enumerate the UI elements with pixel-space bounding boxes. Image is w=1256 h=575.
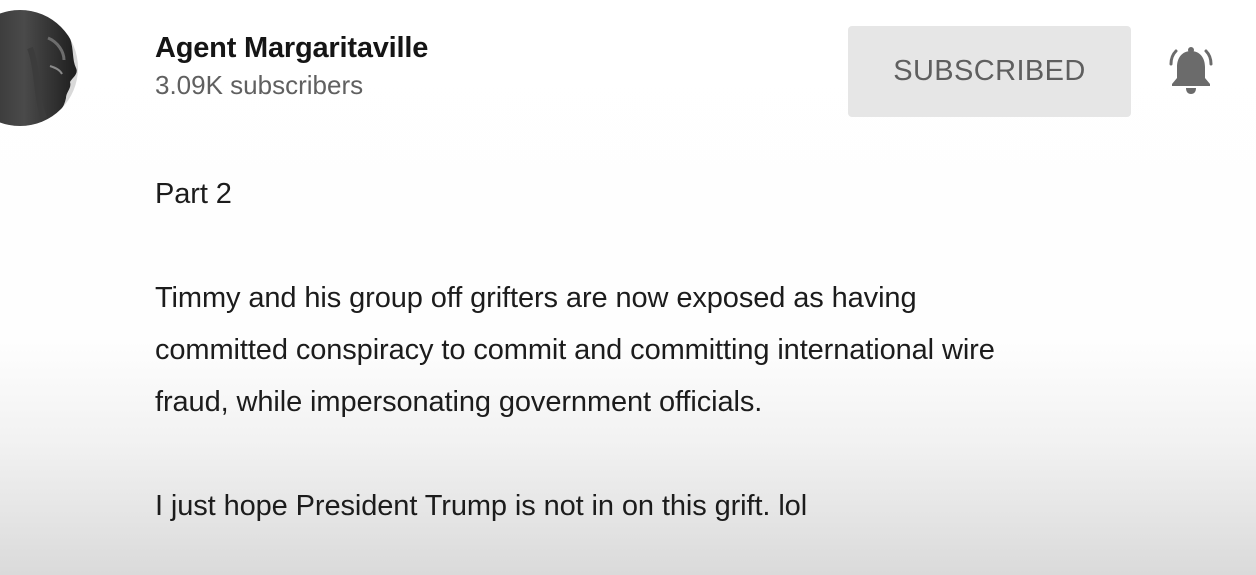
subscriber-count: 3.09K subscribers [155,70,364,100]
description-line: fraud, while impersonating government of… [155,386,763,418]
description-line: Part 2 [155,178,232,210]
channel-header: Agent Margaritaville 3.09K subscribers S… [0,0,1256,140]
channel-info: Agent Margaritaville 3.09K subscribers [155,28,428,102]
description-paragraph: Part 2 [155,168,1235,220]
description-line: I just hope President Trump is not in on… [155,490,808,522]
channel-avatar[interactable] [0,8,80,128]
bell-ringing-icon[interactable] [1162,42,1220,100]
subscribed-button-label: SUBSCRIBED [893,55,1086,87]
channel-name[interactable]: Agent Margaritaville [155,28,428,68]
subscribed-button[interactable]: SUBSCRIBED [848,26,1131,117]
video-description: Part 2 Timmy and his group off grifters … [155,168,1235,532]
description-paragraph: Timmy and his group off grifters are now… [155,272,1235,428]
description-paragraph: I just hope President Trump is not in on… [155,480,1235,532]
description-line: committed conspiracy to commit and commi… [155,334,995,366]
description-line: Timmy and his group off grifters are now… [155,282,917,314]
